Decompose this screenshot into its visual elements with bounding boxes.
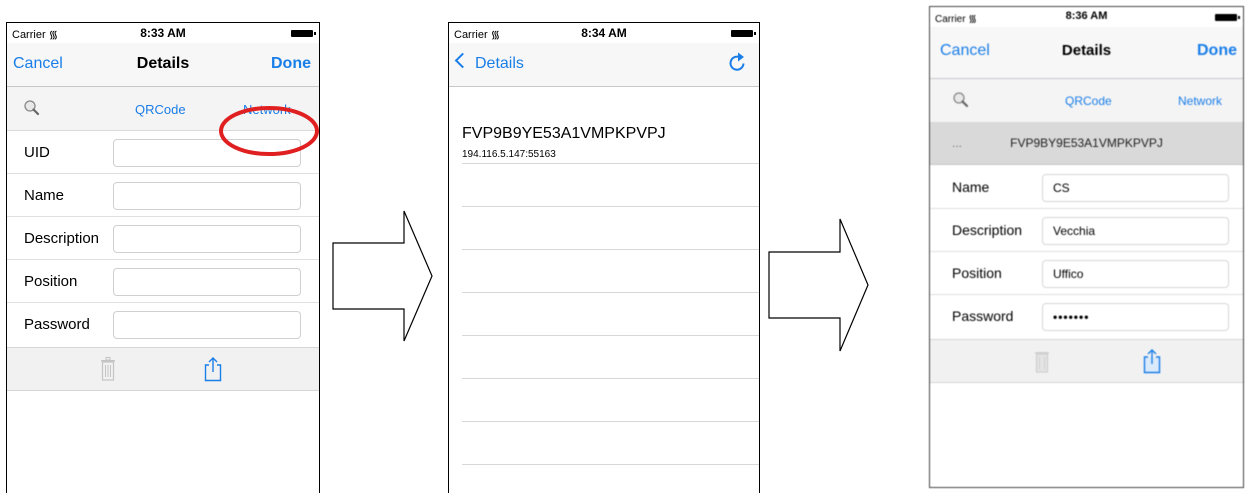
screen-details-filled: Carrier ᯾ 8:36 AM Cancel Details Done QR… — [929, 6, 1244, 488]
search-icon[interactable] — [23, 99, 41, 117]
form-row-position: Position — [7, 260, 319, 303]
name-field[interactable]: CS — [1042, 174, 1229, 202]
uid-row: ... FVP9BY9E53A1VMPKPVPJ — [930, 122, 1243, 165]
password-field[interactable]: ••••••• — [1042, 303, 1229, 331]
divider — [462, 206, 759, 207]
trash-icon[interactable] — [1034, 348, 1050, 374]
search-icon[interactable] — [952, 91, 970, 109]
divider — [462, 163, 759, 164]
bottom-toolbar — [930, 339, 1243, 383]
bottom-toolbar — [7, 347, 319, 391]
source-selector: QRCode Network — [930, 79, 1243, 123]
screen-details-empty: Carrier ᯾ 8:33 AM Cancel Details Done QR… — [6, 22, 320, 493]
form-row-position: Position Uffico — [930, 252, 1243, 295]
done-button[interactable]: Done — [1197, 42, 1237, 60]
name-label: Name — [952, 179, 990, 195]
device-uid[interactable]: FVP9B9YE53A1VMPKPVPJ — [462, 125, 666, 143]
form-row-name: Name CS — [930, 166, 1243, 209]
device-address: 194.116.5.147:55163 — [462, 149, 556, 160]
form-row-description: Description — [7, 217, 319, 260]
position-label: Position — [24, 273, 78, 290]
trash-icon[interactable] — [100, 356, 116, 382]
refresh-icon[interactable] — [727, 51, 749, 77]
divider — [462, 292, 759, 293]
arrow-right-icon — [768, 218, 869, 352]
description-label: Description — [952, 222, 1023, 238]
battery-icon — [731, 30, 756, 37]
network-highlight-circle — [219, 106, 319, 156]
uid-value: FVP9BY9E53A1VMPKPVPJ — [1010, 136, 1163, 150]
clock: 8:36 AM — [1065, 10, 1108, 22]
divider — [462, 464, 759, 465]
position-field[interactable]: Uffico — [1042, 260, 1229, 288]
form-row-password: Password — [7, 303, 319, 346]
nav-bar: Cancel Details Done — [930, 27, 1243, 79]
qrcode-button[interactable]: QRCode — [1065, 94, 1112, 108]
divider — [462, 335, 759, 336]
description-label: Description — [24, 230, 100, 247]
description-field[interactable]: Vecchia — [1042, 217, 1229, 245]
form-row-name: Name — [7, 174, 319, 217]
arrow-right-icon — [332, 210, 433, 342]
divider — [462, 249, 759, 250]
share-icon[interactable] — [1142, 348, 1162, 374]
position-field[interactable] — [113, 268, 301, 296]
name-label: Name — [24, 187, 65, 204]
qrcode-button[interactable]: QRCode — [135, 102, 186, 117]
chevron-left-icon[interactable] — [454, 52, 471, 69]
form-row-password: Password ••••••• — [930, 295, 1243, 338]
nav-bar: Cancel Details Done — [7, 43, 319, 87]
network-button[interactable]: Network — [1178, 94, 1222, 108]
divider — [462, 378, 759, 379]
position-label: Position — [952, 265, 1002, 281]
battery-icon — [291, 30, 316, 37]
clock: 8:33 AM — [140, 26, 186, 40]
nav-bar: Details — [449, 43, 759, 87]
form-row-description: Description Vecchia — [930, 209, 1243, 252]
status-bar: Carrier ᯾ 8:33 AM — [7, 23, 319, 43]
status-bar: Carrier ᯾ 8:34 AM — [449, 23, 759, 43]
uid-label: UID — [24, 144, 50, 161]
share-icon[interactable] — [203, 356, 223, 382]
status-bar: Carrier ᯾ 8:36 AM — [930, 7, 1243, 27]
name-field[interactable] — [113, 182, 301, 210]
description-field[interactable] — [113, 225, 301, 253]
password-field[interactable] — [113, 311, 301, 339]
password-label: Password — [952, 308, 1014, 324]
screen-network-list: Carrier ᯾ 8:34 AM Details FVP9B9YE53A1VM… — [448, 22, 760, 493]
battery-icon — [1215, 14, 1240, 21]
password-label: Password — [24, 316, 90, 333]
clock: 8:34 AM — [581, 26, 627, 40]
divider — [462, 421, 759, 422]
back-button[interactable]: Details — [475, 55, 524, 73]
done-button[interactable]: Done — [271, 55, 311, 73]
